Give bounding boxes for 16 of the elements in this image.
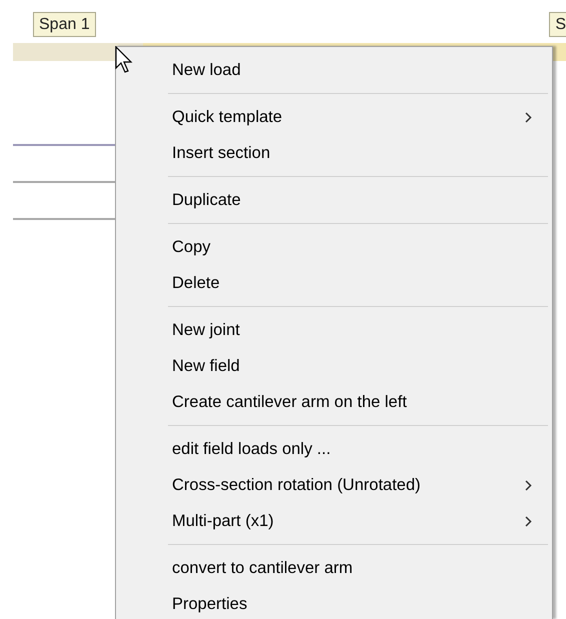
menu-item[interactable]: Create cantilever arm on the left — [116, 384, 552, 420]
span-label: Span 1 — [33, 12, 96, 37]
menu-item[interactable]: Duplicate — [116, 182, 552, 218]
menu-item[interactable]: New field — [116, 348, 552, 384]
span-label: S — [549, 12, 566, 37]
menu-item[interactable]: Copy — [116, 229, 552, 265]
menu-item[interactable]: Quick template — [116, 99, 552, 135]
mouse-pointer-icon — [115, 46, 135, 74]
menu-item[interactable]: Insert section — [116, 135, 552, 171]
menu-item[interactable]: Properties — [116, 586, 552, 619]
menu-item[interactable]: edit field loads only ... — [116, 431, 552, 467]
menu-item[interactable]: convert to cantilever arm — [116, 550, 552, 586]
menu-item[interactable]: Multi-part (x1) — [116, 503, 552, 539]
menu-item[interactable]: New joint — [116, 312, 552, 348]
menu-item[interactable]: Delete — [116, 265, 552, 301]
menu-item[interactable]: Cross-section rotation (Unrotated) — [116, 467, 552, 503]
